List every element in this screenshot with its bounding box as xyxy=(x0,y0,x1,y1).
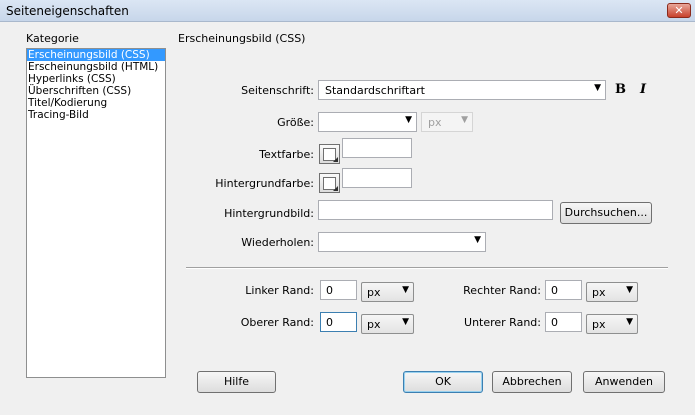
bg-color-label: Hintergrundfarbe: xyxy=(215,177,314,190)
top-margin-label: Oberer Rand: xyxy=(240,316,314,329)
ok-button[interactable]: OK xyxy=(403,371,483,393)
size-select[interactable]: ▼ xyxy=(318,112,417,132)
chevron-down-icon: ▼ xyxy=(461,115,468,125)
chevron-down-icon: ▼ xyxy=(626,317,633,327)
right-margin-input[interactable]: 0 xyxy=(545,280,582,300)
category-heading: Kategorie xyxy=(26,32,79,45)
chevron-down-icon: ▼ xyxy=(626,285,633,295)
chevron-down-icon: ▼ xyxy=(402,285,409,295)
page-font-select[interactable]: Standardschriftart ▼ xyxy=(318,80,606,100)
bg-image-input[interactable] xyxy=(318,200,553,220)
category-item-title-encoding[interactable]: Titel/Kodierung xyxy=(27,97,165,109)
bottom-margin-input[interactable]: 0 xyxy=(545,312,582,332)
category-item-appearance-html[interactable]: Erscheinungsbild (HTML) xyxy=(27,61,165,73)
chevron-down-icon: ▼ xyxy=(405,115,412,125)
swatch-menu-icon xyxy=(333,186,338,191)
top-margin-unit-select[interactable]: px ▼ xyxy=(361,314,414,334)
close-button[interactable]: ✕ xyxy=(667,3,691,18)
bottom-margin-unit-select[interactable]: px ▼ xyxy=(586,314,638,334)
left-margin-input[interactable]: 0 xyxy=(320,280,357,300)
category-item-hyperlinks[interactable]: Hyperlinks (CSS) xyxy=(27,73,165,85)
window-title: Seiteneigenschaften xyxy=(6,4,129,18)
category-list[interactable]: Erscheinungsbild (CSS) Erscheinungsbild … xyxy=(26,48,166,378)
panel-heading: Erscheinungsbild (CSS) xyxy=(178,32,306,45)
left-margin-unit-select[interactable]: px ▼ xyxy=(361,282,414,302)
repeat-label: Wiederholen: xyxy=(241,236,314,249)
text-color-label: Textfarbe: xyxy=(259,148,314,161)
separator xyxy=(186,267,668,269)
chevron-down-icon: ▼ xyxy=(474,235,481,245)
help-button[interactable]: Hilfe xyxy=(197,371,276,393)
bottom-margin-label: Unterer Rand: xyxy=(464,316,541,329)
repeat-select[interactable]: ▼ xyxy=(318,232,486,252)
bg-image-label: Hintergrundbild: xyxy=(224,207,314,220)
bg-color-input[interactable] xyxy=(342,168,412,188)
bg-color-swatch[interactable] xyxy=(319,173,340,193)
text-color-swatch[interactable] xyxy=(319,144,340,164)
top-margin-input[interactable]: 0 xyxy=(320,312,357,332)
chevron-down-icon: ▼ xyxy=(594,83,601,93)
left-margin-label: Linker Rand: xyxy=(245,284,314,297)
page-font-value: Standardschriftart xyxy=(325,84,425,97)
chevron-down-icon: ▼ xyxy=(402,317,409,327)
cancel-button[interactable]: Abbrechen xyxy=(492,371,572,393)
page-font-label: Seitenschrift: xyxy=(241,84,314,97)
right-margin-unit-select[interactable]: px ▼ xyxy=(586,282,638,302)
swatch-menu-icon xyxy=(333,157,338,162)
bold-button[interactable]: B xyxy=(615,82,626,97)
browse-button[interactable]: Durchsuchen... xyxy=(560,202,652,224)
category-item-tracing-image[interactable]: Tracing-Bild xyxy=(27,109,165,121)
title-bar: Seiteneigenschaften ✕ xyxy=(0,0,695,22)
size-unit-value: px xyxy=(428,116,442,129)
category-item-appearance-css[interactable]: Erscheinungsbild (CSS) xyxy=(27,49,165,61)
size-unit-select: px ▼ xyxy=(421,112,473,132)
italic-button[interactable]: I xyxy=(640,82,646,97)
size-label: Größe: xyxy=(277,116,314,129)
right-margin-label: Rechter Rand: xyxy=(463,284,541,297)
category-item-headings[interactable]: Überschriften (CSS) xyxy=(27,85,165,97)
text-color-input[interactable] xyxy=(342,138,412,158)
apply-button[interactable]: Anwenden xyxy=(583,371,665,393)
dialog-body: Kategorie Erscheinungsbild (CSS) Erschei… xyxy=(0,22,695,415)
close-icon: ✕ xyxy=(674,4,684,17)
